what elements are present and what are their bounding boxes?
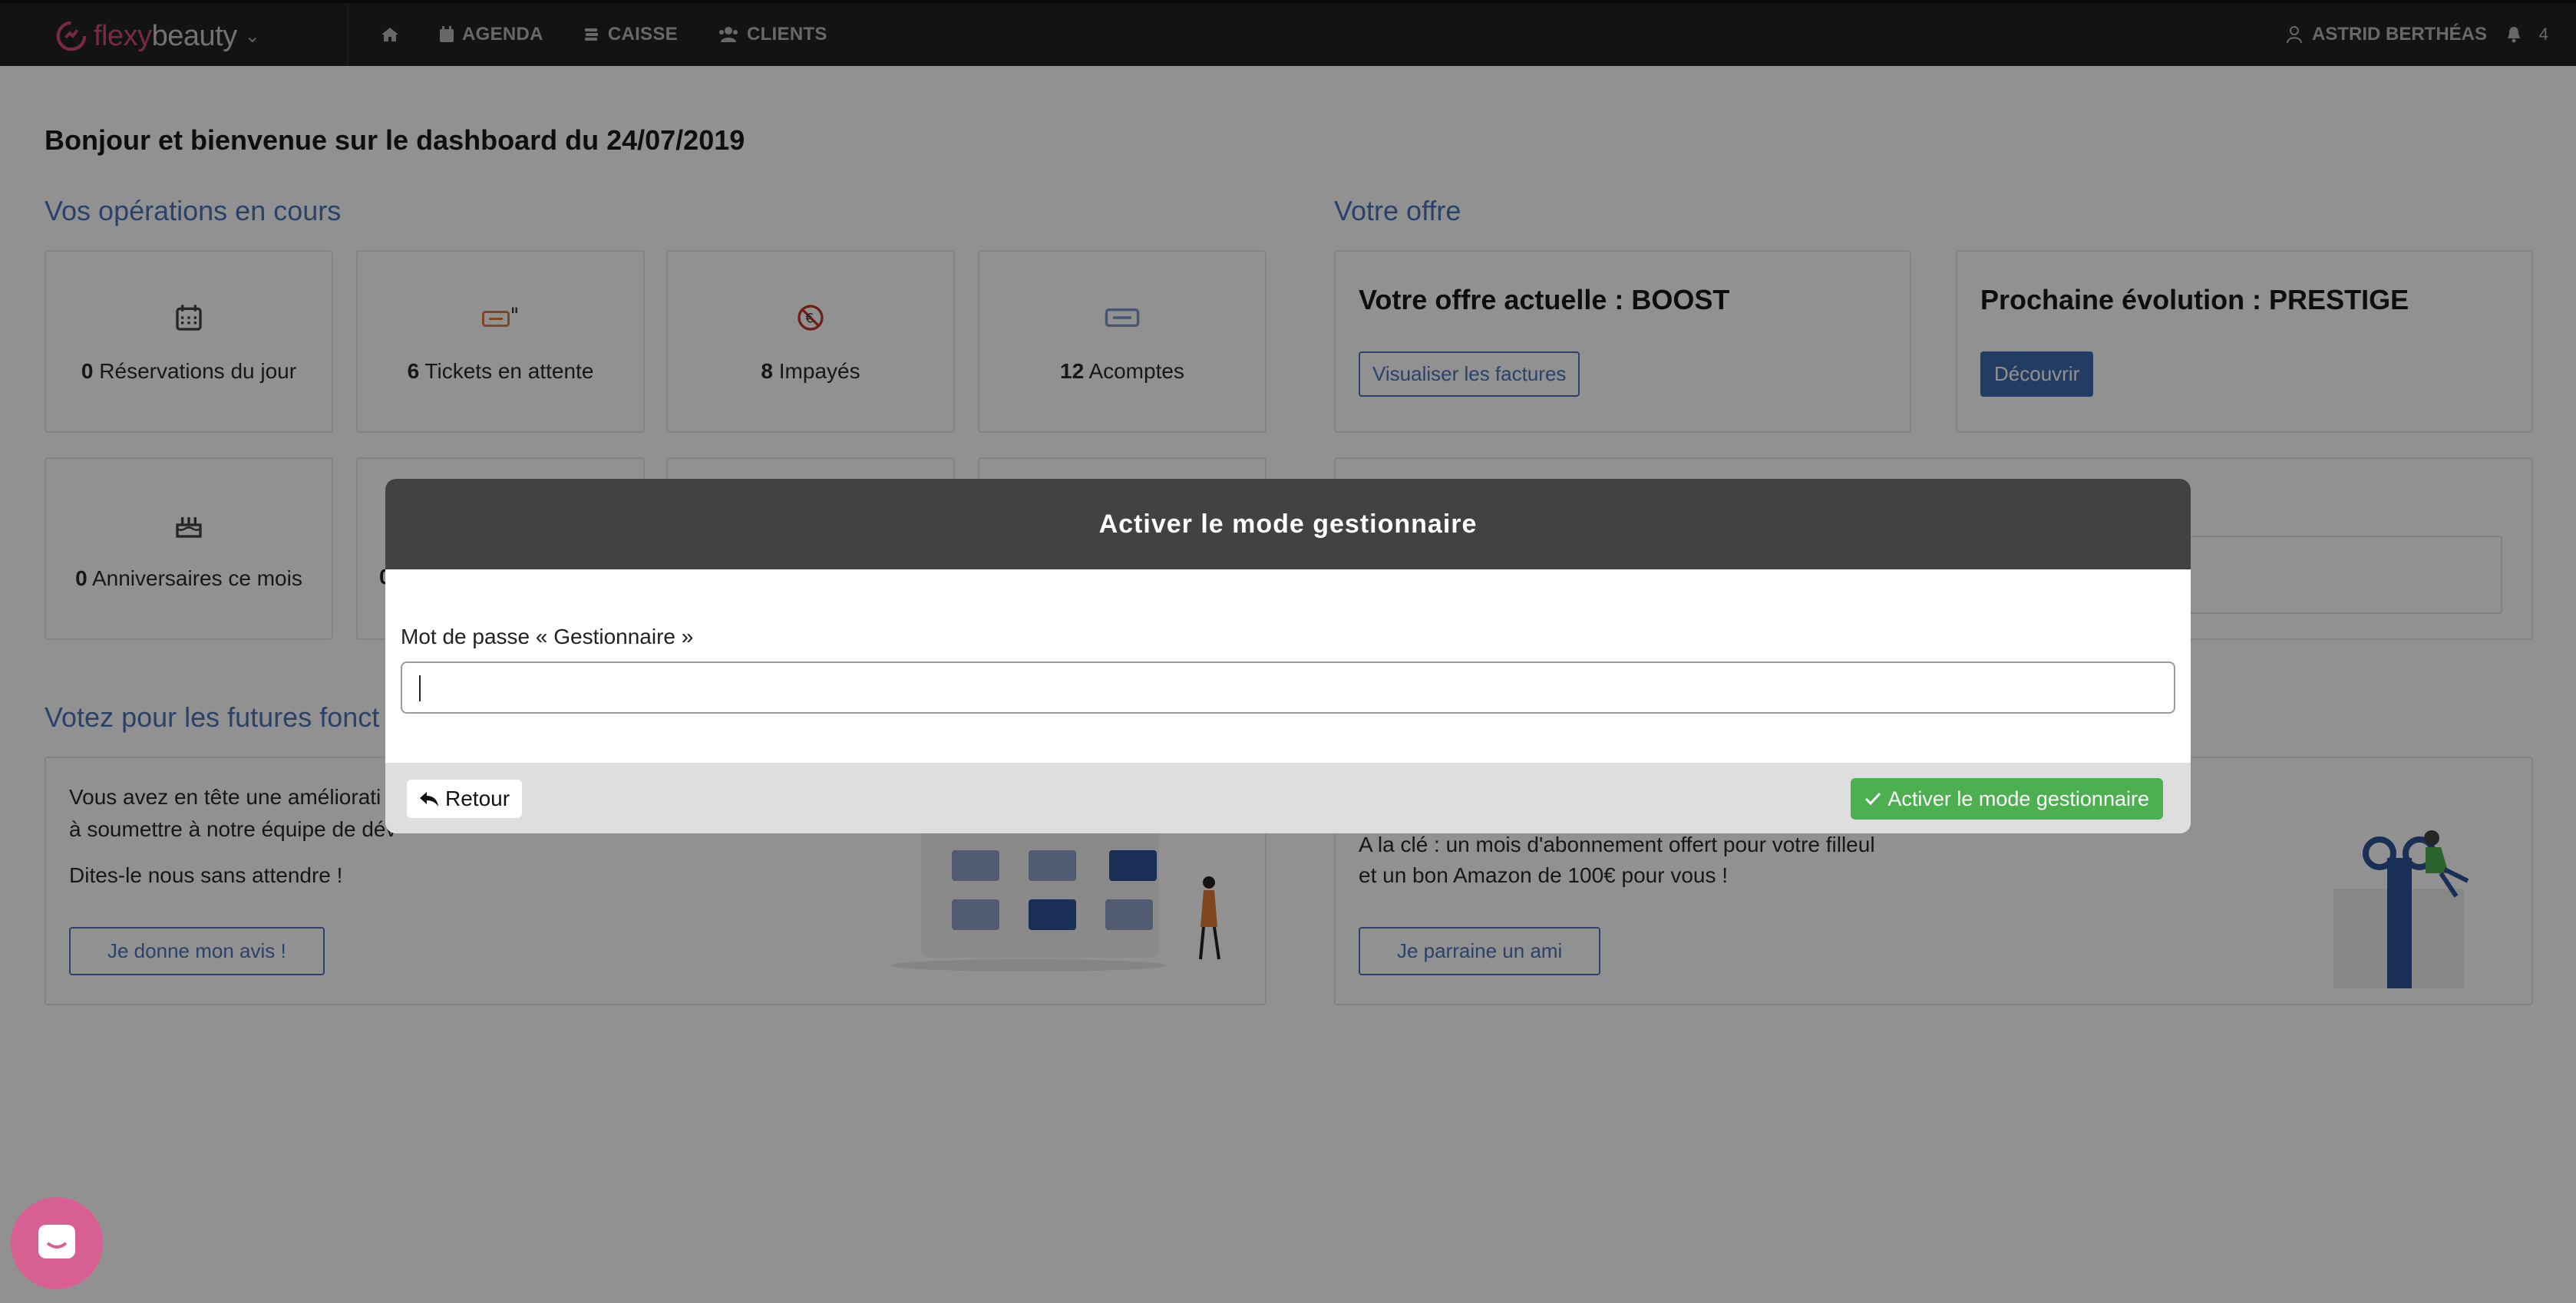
password-field-label: Mot de passe « Gestionnaire » bbox=[401, 625, 694, 648]
activate-button-label: Activer le mode gestionnaire bbox=[1887, 787, 2149, 810]
activate-manager-mode-button[interactable]: Activer le mode gestionnaire bbox=[1851, 778, 2163, 820]
back-button[interactable]: Retour bbox=[407, 780, 523, 818]
modal-title: Activer le mode gestionnaire bbox=[385, 479, 2191, 569]
text-caret bbox=[419, 675, 421, 701]
modal-body: Mot de passe « Gestionnaire » bbox=[385, 569, 2191, 763]
back-button-label: Retour bbox=[445, 787, 510, 810]
manager-mode-modal: Activer le mode gestionnaire Mot de pass… bbox=[385, 479, 2191, 833]
reply-arrow-icon bbox=[420, 792, 438, 807]
modal-footer: Retour Activer le mode gestionnaire bbox=[385, 763, 2191, 833]
manager-password-input[interactable] bbox=[401, 661, 2175, 714]
check-icon bbox=[1865, 792, 1881, 806]
chat-launcher-button[interactable] bbox=[11, 1197, 103, 1289]
chat-icon bbox=[38, 1225, 75, 1258]
